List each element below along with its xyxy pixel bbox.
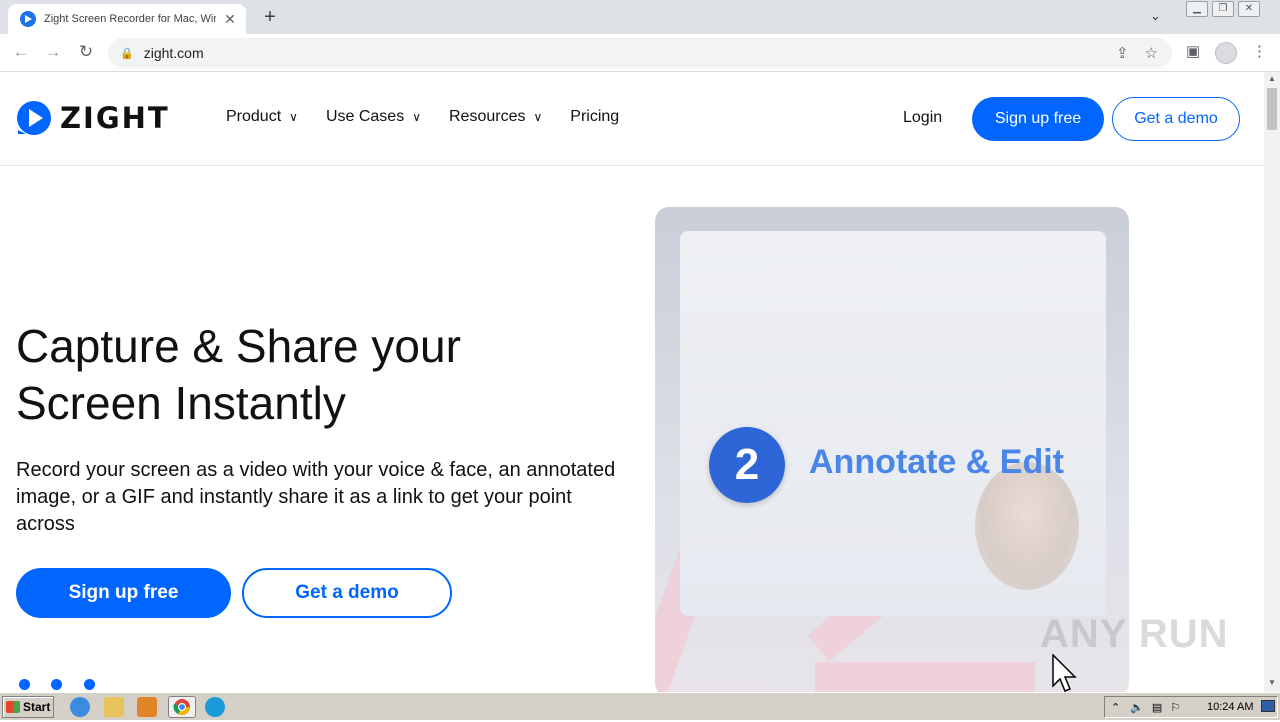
- reload-icon[interactable]: ↻: [75, 42, 97, 62]
- media-player-icon[interactable]: [137, 697, 157, 717]
- minimize-icon[interactable]: ▁: [1186, 1, 1208, 17]
- volume-icon[interactable]: 🔈: [1130, 701, 1144, 714]
- nav-resources-label: Resources: [448, 108, 526, 125]
- nav-pricing[interactable]: Pricing: [570, 108, 619, 126]
- main-nav: Product ∨ Use Cases ∨ Resources ∨ Pricing: [226, 108, 619, 126]
- back-arrow-icon[interactable]: ←: [10, 42, 32, 62]
- action-center-flag-icon[interactable]: ⚐: [1170, 701, 1180, 714]
- nav-product-label: Product: [226, 108, 282, 125]
- tab-search-chevron-icon[interactable]: ⌄: [1150, 8, 1161, 24]
- scroll-up-icon[interactable]: ▲: [1264, 74, 1280, 83]
- nav-resources[interactable]: Resources ∨: [449, 108, 542, 126]
- step-number-badge: 2: [709, 427, 785, 503]
- web-page: ZIGHT Product ∨ Use Cases ∨ Resources ∨ Pri…: [0, 72, 1264, 692]
- edge-icon[interactable]: [205, 697, 225, 717]
- start-label: Start: [23, 700, 51, 714]
- scroll-thumb[interactable]: [1267, 88, 1277, 130]
- mouse-cursor-icon: [1052, 654, 1077, 692]
- taskbar-clock[interactable]: 10:24 AM: [1207, 701, 1253, 713]
- chrome-icon: [173, 699, 191, 716]
- browser-tab[interactable]: Zight Screen Recorder for Mac, Windo ✕: [8, 4, 246, 34]
- file-explorer-icon[interactable]: [104, 697, 124, 717]
- address-bar[interactable]: 🔒 zight.com ⇪ ☆: [108, 38, 1172, 68]
- anyrun-watermark: ANY RUN: [1040, 612, 1229, 656]
- zight-logo[interactable]: ZIGHT: [16, 100, 170, 136]
- start-button[interactable]: Start: [2, 696, 54, 718]
- decorative-shape: [815, 662, 1035, 692]
- carousel-dot[interactable]: [51, 679, 62, 690]
- carousel-dot[interactable]: [84, 679, 95, 690]
- site-header: ZIGHT Product ∨ Use Cases ∨ Resources ∨ Pri…: [0, 72, 1264, 166]
- header-signup-button[interactable]: Sign up free: [972, 97, 1104, 141]
- brand-name: ZIGHT: [60, 101, 170, 135]
- show-desktop-icon[interactable]: [1261, 700, 1275, 712]
- url-text: zight.com: [143, 45, 204, 61]
- tray-expand-icon[interactable]: ⌃: [1111, 701, 1120, 714]
- menu-kebab-icon[interactable]: ⋮: [1252, 42, 1267, 60]
- nav-use-cases[interactable]: Use Cases ∨: [326, 108, 421, 126]
- page-scrollbar[interactable]: ▲ ▼: [1264, 72, 1280, 692]
- zight-logo-icon: [17, 101, 51, 135]
- tab-title: Zight Screen Recorder for Mac, Windo: [44, 13, 216, 25]
- profile-avatar-icon[interactable]: [1215, 42, 1237, 64]
- chrome-taskbar-button[interactable]: [168, 696, 196, 718]
- hero-signup-button[interactable]: Sign up free: [16, 568, 231, 618]
- nav-use-cases-label: Use Cases: [325, 108, 405, 125]
- nav-product[interactable]: Product ∨: [226, 108, 298, 126]
- hero-title-line2: Screen Instantly: [16, 377, 346, 429]
- new-tab-button[interactable]: +: [258, 6, 282, 29]
- windows-taskbar: Start ⌃ 🔈 ▤ ⚐ 10:24 AM: [0, 692, 1280, 720]
- chevron-down-icon: ∨: [289, 110, 298, 124]
- browser-toolbar: ← → ↻ 🔒 zight.com ⇪ ☆ ▣ ⋮: [0, 34, 1280, 72]
- zight-favicon-icon: [20, 11, 36, 27]
- share-icon[interactable]: ⇪: [1116, 44, 1129, 62]
- bookmark-star-icon[interactable]: ☆: [1145, 44, 1158, 62]
- forward-arrow-icon[interactable]: →: [42, 42, 64, 62]
- restore-icon[interactable]: ❐: [1212, 1, 1234, 17]
- hero-title: Capture & Share your Screen Instantly: [16, 318, 576, 432]
- hero-title-line1: Capture & Share your: [16, 320, 461, 372]
- lock-icon: 🔒: [120, 47, 134, 60]
- header-demo-button[interactable]: Get a demo: [1112, 97, 1240, 141]
- chevron-down-icon: ∨: [412, 110, 421, 124]
- hero-subtitle: Record your screen as a video with your …: [16, 459, 616, 535]
- side-panel-icon[interactable]: ▣: [1186, 42, 1200, 60]
- nav-pricing-label: Pricing: [570, 108, 620, 125]
- windows-flag-icon: [6, 701, 20, 713]
- media-caption: Annotate & Edit: [809, 443, 1064, 481]
- system-tray: ⌃ 🔈 ▤ ⚐ 10:24 AM: [1104, 696, 1278, 718]
- close-tab-icon[interactable]: ✕: [222, 11, 238, 28]
- login-link[interactable]: Login: [903, 109, 942, 127]
- carousel-dot[interactable]: [19, 679, 30, 690]
- close-window-icon[interactable]: ✕: [1238, 1, 1260, 17]
- internet-explorer-icon[interactable]: [70, 697, 90, 717]
- network-icon[interactable]: ▤: [1152, 701, 1162, 714]
- hero-demo-button[interactable]: Get a demo: [242, 568, 452, 618]
- chevron-down-icon: ∨: [533, 110, 543, 124]
- scroll-down-icon[interactable]: ▼: [1264, 678, 1280, 687]
- browser-tab-strip: Zight Screen Recorder for Mac, Windo ✕ +…: [0, 0, 1280, 34]
